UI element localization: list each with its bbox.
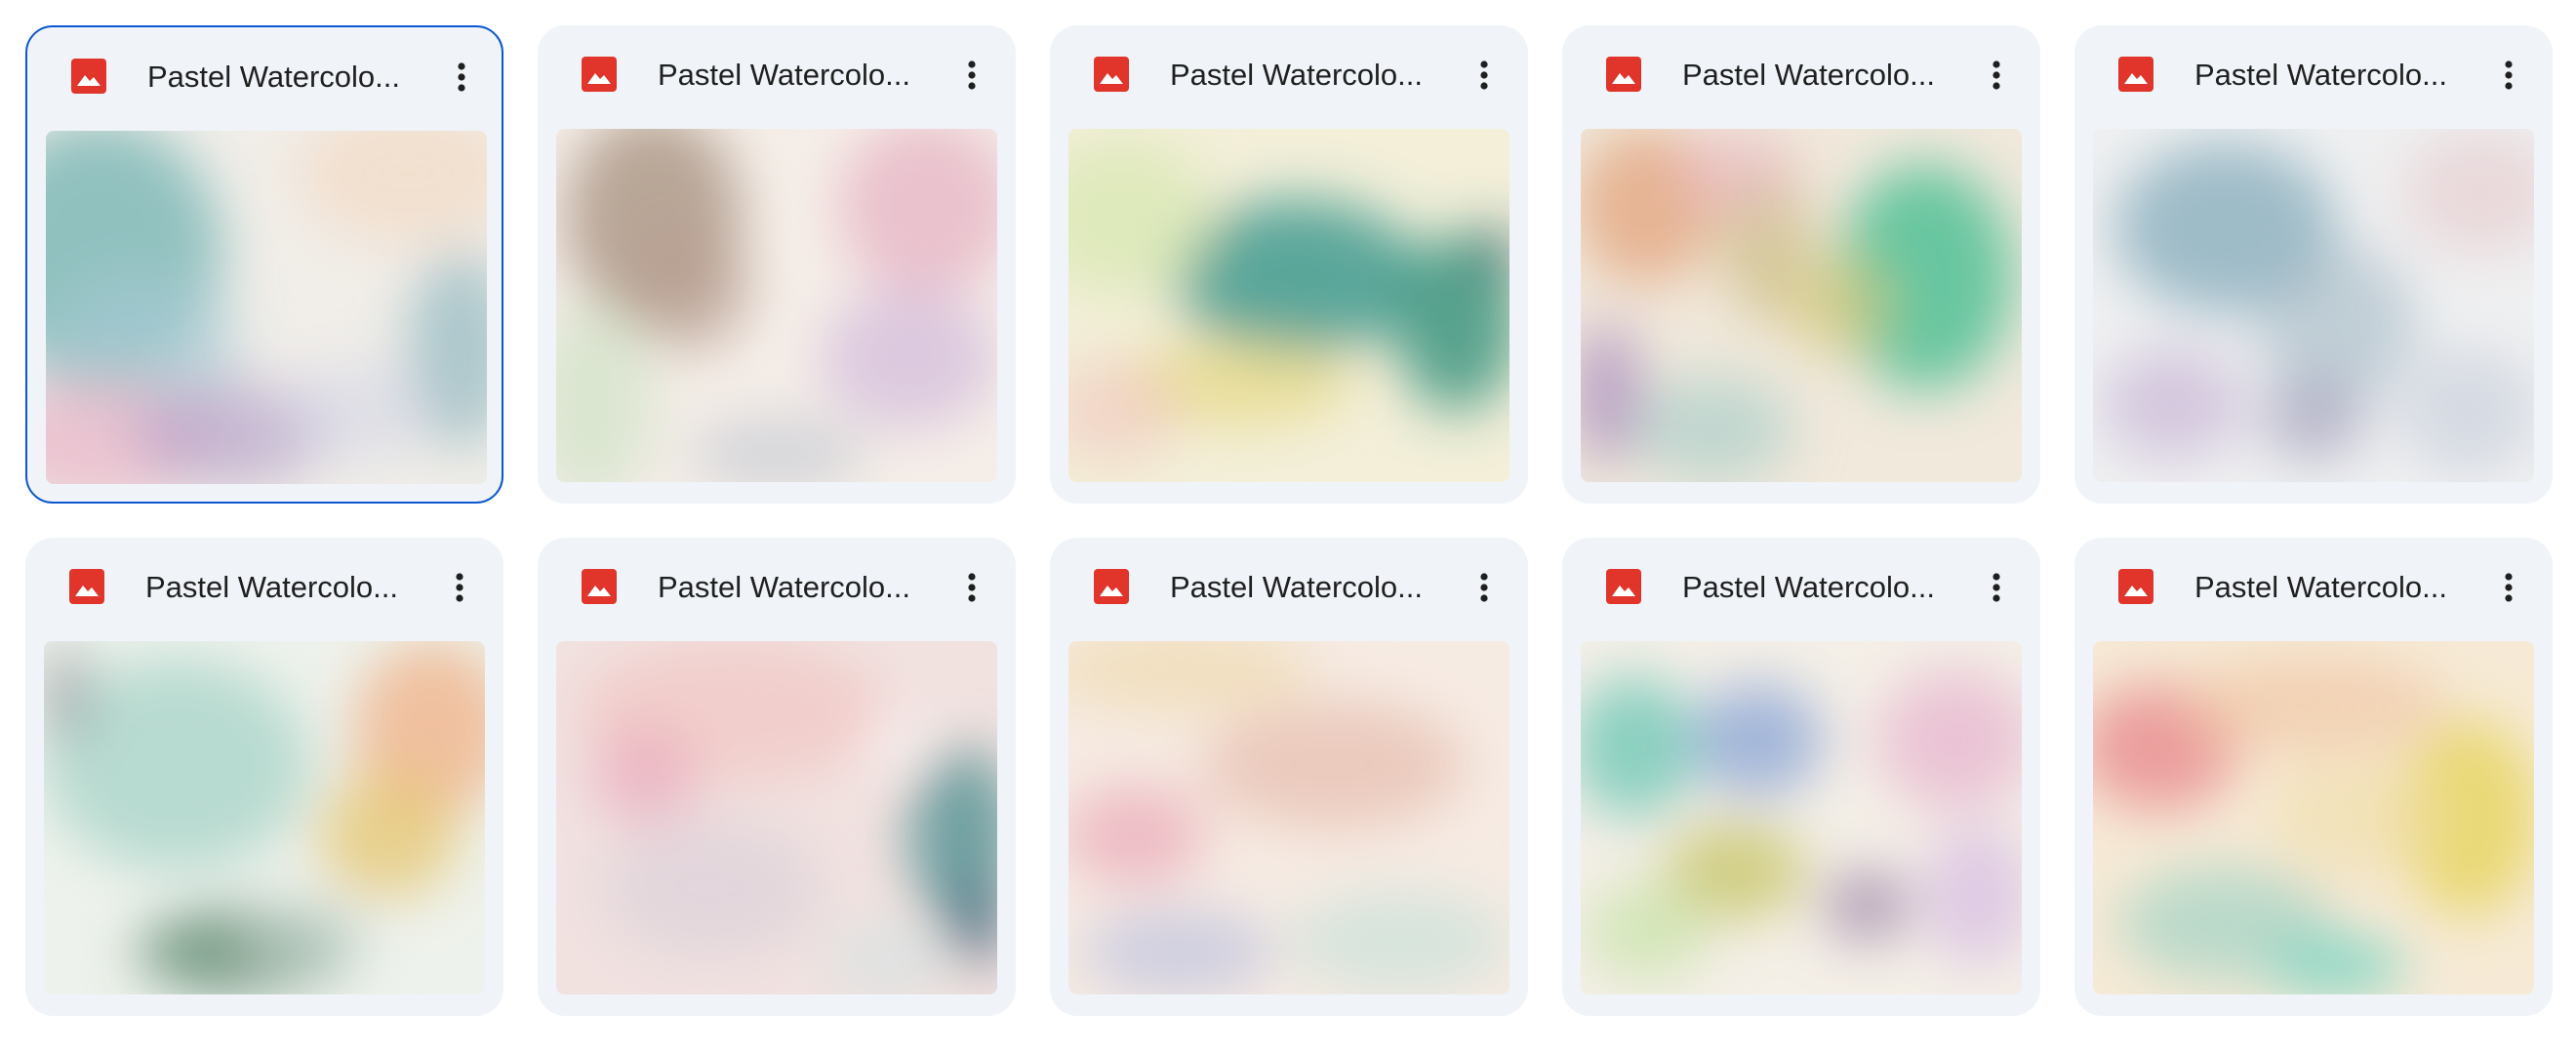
file-card[interactable]: Pastel Watercolo...: [538, 25, 1016, 504]
file-card[interactable]: Pastel Watercolo...: [25, 538, 503, 1016]
file-name: Pastel Watercolo...: [1170, 58, 1424, 92]
image-file-icon: [2117, 568, 2154, 605]
more-vert-icon[interactable]: [437, 53, 486, 101]
file-card-header: Pastel Watercolo...: [1050, 538, 1528, 641]
file-card[interactable]: Pastel Watercolo...: [538, 538, 1016, 1016]
file-card-header: Pastel Watercolo...: [25, 538, 503, 641]
file-thumbnail[interactable]: [1581, 641, 2022, 994]
file-card[interactable]: Pastel Watercolo...: [25, 25, 503, 504]
file-card-header: Pastel Watercolo...: [1562, 25, 2040, 129]
file-name: Pastel Watercolo...: [1170, 570, 1424, 604]
file-thumbnail[interactable]: [556, 129, 997, 482]
file-card-header: Pastel Watercolo...: [27, 27, 502, 131]
file-name: Pastel Watercolo...: [1682, 570, 1936, 604]
file-card[interactable]: Pastel Watercolo...: [2074, 25, 2553, 504]
more-vert-icon[interactable]: [1972, 563, 2021, 612]
image-file-icon: [1093, 56, 1130, 93]
file-thumbnail[interactable]: [2093, 641, 2534, 994]
file-card[interactable]: Pastel Watercolo...: [1050, 538, 1528, 1016]
file-thumbnail[interactable]: [46, 131, 487, 484]
file-card-header: Pastel Watercolo...: [538, 538, 1016, 641]
more-vert-icon[interactable]: [947, 51, 996, 100]
image-file-icon: [70, 58, 107, 95]
file-name: Pastel Watercolo...: [2194, 58, 2448, 92]
more-vert-icon[interactable]: [1460, 51, 1509, 100]
file-name: Pastel Watercolo...: [1682, 58, 1936, 92]
image-file-icon: [68, 568, 105, 605]
file-card[interactable]: Pastel Watercolo...: [1562, 538, 2040, 1016]
file-thumbnail[interactable]: [2093, 129, 2534, 482]
file-name: Pastel Watercolo...: [2194, 570, 2448, 604]
more-vert-icon[interactable]: [947, 563, 996, 612]
file-name: Pastel Watercolo...: [145, 570, 399, 604]
file-name: Pastel Watercolo...: [658, 58, 911, 92]
file-card[interactable]: Pastel Watercolo...: [1562, 25, 2040, 504]
more-vert-icon[interactable]: [435, 563, 484, 612]
image-file-icon: [581, 568, 618, 605]
image-file-icon: [1605, 568, 1642, 605]
file-card[interactable]: Pastel Watercolo...: [1050, 25, 1528, 504]
file-card-header: Pastel Watercolo...: [2074, 538, 2553, 641]
more-vert-icon[interactable]: [1460, 563, 1509, 612]
file-card-header: Pastel Watercolo...: [1562, 538, 2040, 641]
file-thumbnail[interactable]: [44, 641, 485, 994]
file-card[interactable]: Pastel Watercolo...: [2074, 538, 2553, 1016]
file-thumbnail[interactable]: [1581, 129, 2022, 482]
image-file-icon: [2117, 56, 2154, 93]
image-file-icon: [1093, 568, 1130, 605]
file-name: Pastel Watercolo...: [658, 570, 911, 604]
image-file-icon: [1605, 56, 1642, 93]
more-vert-icon[interactable]: [1972, 51, 2021, 100]
file-name: Pastel Watercolo...: [147, 60, 401, 94]
more-vert-icon[interactable]: [2484, 563, 2533, 612]
file-card-header: Pastel Watercolo...: [2074, 25, 2553, 129]
file-thumbnail[interactable]: [556, 641, 997, 994]
file-thumbnail[interactable]: [1068, 129, 1509, 482]
file-grid: Pastel Watercolo... Pastel Watercolo... Pa…: [0, 0, 2576, 1052]
image-file-icon: [581, 56, 618, 93]
file-thumbnail[interactable]: [1068, 641, 1509, 994]
file-card-header: Pastel Watercolo...: [1050, 25, 1528, 129]
more-vert-icon[interactable]: [2484, 51, 2533, 100]
file-card-header: Pastel Watercolo...: [538, 25, 1016, 129]
